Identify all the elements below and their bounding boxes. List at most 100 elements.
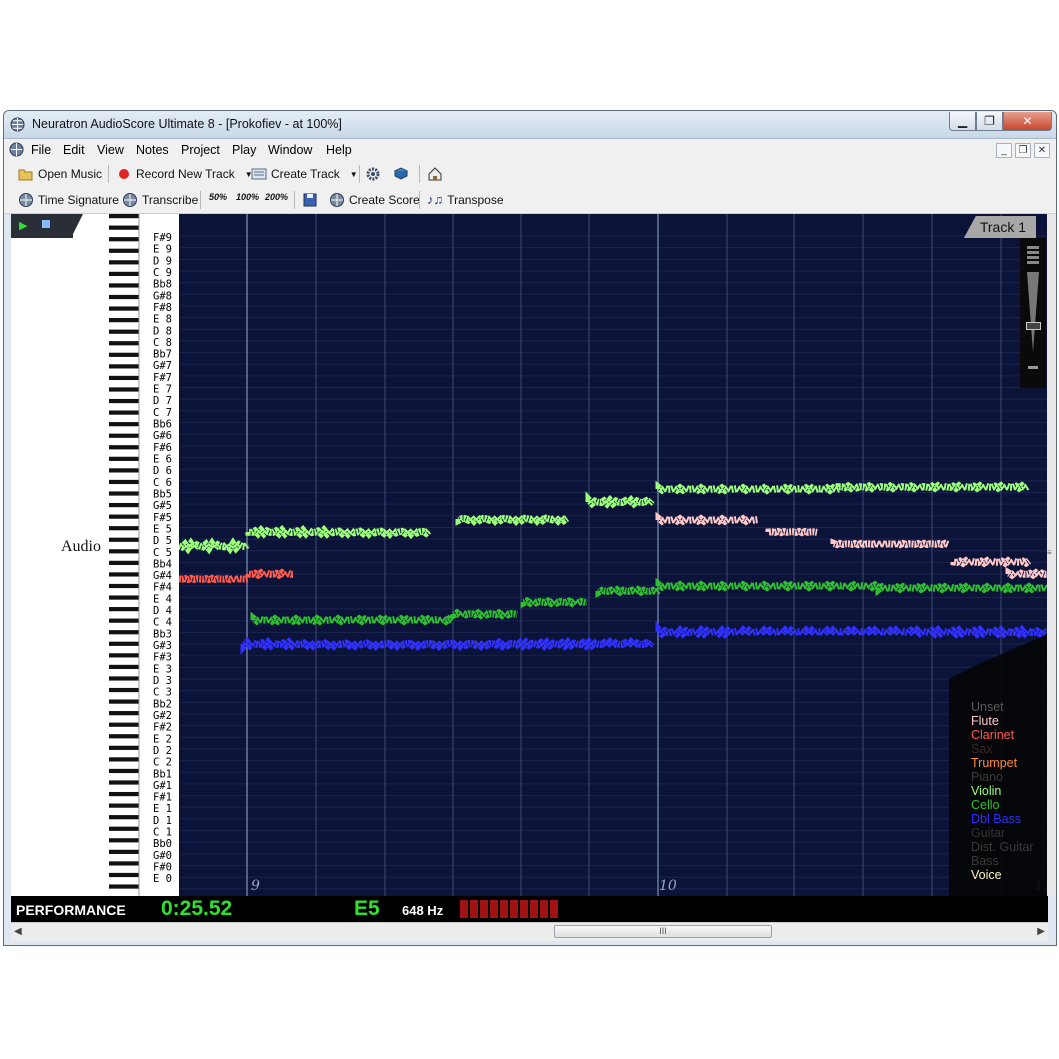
piano-black-key[interactable] — [109, 225, 139, 230]
transcribe-button[interactable]: Transcribe — [122, 192, 198, 208]
piano-black-key[interactable] — [109, 491, 139, 496]
piano-black-key[interactable] — [109, 826, 139, 831]
piano-black-key[interactable] — [109, 468, 139, 473]
piano-black-key[interactable] — [109, 526, 139, 531]
horizontal-scroll-thumb[interactable]: III — [554, 925, 772, 938]
piano-black-key[interactable] — [109, 537, 139, 542]
pitch-trace[interactable] — [450, 608, 518, 622]
mdi-minimize-button[interactable]: _ — [996, 143, 1012, 158]
piano-black-key[interactable] — [109, 676, 139, 681]
transpose-button[interactable]: ♪♫ Transpose — [427, 192, 504, 207]
piano-black-key[interactable] — [109, 583, 139, 589]
pitch-trace[interactable] — [765, 527, 818, 537]
pitch-trace[interactable] — [179, 537, 251, 555]
piano-black-key[interactable] — [109, 664, 139, 670]
piano-black-key[interactable] — [109, 456, 139, 461]
piano-black-key[interactable] — [109, 687, 139, 693]
pitch-trace[interactable] — [520, 596, 588, 609]
piano-black-key[interactable] — [109, 398, 139, 404]
home-icon[interactable] — [427, 166, 443, 182]
piano-black-key[interactable] — [109, 711, 139, 716]
pitch-trace[interactable] — [245, 524, 432, 540]
piano-black-key[interactable] — [109, 641, 139, 646]
menu-edit[interactable]: Edit — [63, 143, 85, 157]
time-signature-button[interactable]: Time Signature — [18, 192, 119, 208]
document-icon[interactable] — [9, 142, 24, 157]
minimize-button[interactable]: ▁ — [949, 112, 976, 131]
record-new-track-button[interactable]: Record New Track ▼ — [116, 166, 253, 182]
piano-black-key[interactable] — [109, 630, 139, 635]
piano-black-key[interactable] — [109, 722, 139, 727]
piano-black-key[interactable] — [109, 514, 139, 519]
stop-button[interactable] — [42, 220, 50, 228]
piano-black-key[interactable] — [109, 757, 139, 762]
piano-black-key[interactable] — [109, 433, 139, 438]
create-score-button[interactable]: Create Score — [329, 192, 420, 208]
piano-black-key[interactable] — [109, 653, 139, 658]
pitch-trace[interactable] — [455, 511, 570, 527]
piano-black-key[interactable] — [109, 607, 139, 612]
scroll-left-arrow-icon[interactable]: ◀ — [14, 926, 22, 937]
piano-black-key[interactable] — [109, 214, 139, 219]
vertical-zoom-slider[interactable] — [1020, 238, 1046, 388]
open-music-button[interactable]: Open Music — [18, 166, 102, 182]
piano-black-key[interactable] — [109, 803, 139, 808]
zoom-slider-thumb[interactable] — [1026, 322, 1041, 330]
piano-black-key[interactable] — [109, 861, 139, 866]
play-button[interactable]: ▶ — [19, 219, 27, 232]
piano-black-key[interactable] — [109, 237, 139, 242]
pitch-trace[interactable] — [835, 481, 1030, 493]
piano-black-key[interactable] — [109, 815, 139, 820]
pitch-trace[interactable] — [179, 574, 249, 584]
pitch-trace[interactable] — [830, 538, 950, 549]
piano-black-key[interactable] — [109, 318, 139, 323]
menu-notes[interactable]: Notes — [136, 143, 169, 157]
piano-black-key[interactable] — [109, 572, 139, 577]
piano-black-key[interactable] — [109, 595, 139, 600]
menu-help[interactable]: Help — [326, 143, 352, 157]
vertical-scrollbar[interactable]: ≡ — [1047, 214, 1056, 896]
piano-black-key[interactable] — [109, 375, 139, 381]
piano-black-key[interactable] — [109, 734, 139, 739]
chevron-down-icon[interactable]: ▼ — [350, 170, 358, 179]
piano-keyboard[interactable]: F#9 E 9D 9C 9 Bb8 G#8 F#8 E 8D 8C 8 Bb7 G#7 F#7 E… — [109, 214, 179, 896]
pitch-trace[interactable] — [595, 585, 662, 598]
piano-black-key[interactable] — [109, 549, 139, 554]
piano-black-key[interactable] — [109, 248, 139, 253]
maximize-button[interactable]: ❐ — [976, 112, 1003, 131]
piano-black-key[interactable] — [109, 872, 139, 878]
piano-black-key[interactable] — [109, 306, 139, 311]
scroll-right-arrow-icon[interactable]: ▶ — [1037, 926, 1045, 937]
pitch-trace[interactable] — [655, 620, 1048, 640]
menu-file[interactable]: File — [31, 143, 51, 157]
track-tab[interactable]: Track 1 — [963, 216, 1036, 238]
piano-black-key[interactable] — [109, 791, 139, 797]
piano-black-key[interactable] — [109, 271, 139, 276]
piano-black-key[interactable] — [109, 884, 139, 889]
zoom-50-button[interactable]: 50% — [209, 192, 227, 202]
piano-black-key[interactable] — [109, 387, 139, 392]
horizontal-scrollbar[interactable]: ◀ III ▶ — [11, 922, 1048, 941]
gear-icon[interactable] — [365, 166, 381, 182]
piano-black-key[interactable] — [109, 422, 139, 427]
piano-black-key[interactable] — [109, 479, 139, 485]
piano-black-key[interactable] — [109, 445, 139, 450]
piano-black-key[interactable] — [109, 341, 139, 346]
menu-view[interactable]: View — [97, 143, 124, 157]
pitch-trace[interactable] — [655, 511, 759, 526]
piano-black-key[interactable] — [109, 618, 139, 623]
piano-black-key[interactable] — [109, 364, 139, 369]
piano-black-key[interactable] — [109, 260, 139, 265]
zoom-200-button[interactable]: 200% — [265, 192, 288, 202]
menu-play[interactable]: Play — [232, 143, 256, 157]
zoom-100-button[interactable]: 100% — [236, 192, 259, 202]
piano-black-key[interactable] — [109, 502, 139, 508]
piano-black-key[interactable] — [109, 780, 139, 785]
piano-black-key[interactable] — [109, 560, 139, 565]
piano-black-key[interactable] — [109, 768, 139, 774]
pitch-trace[interactable] — [585, 491, 655, 509]
mdi-close-button[interactable]: ✕ — [1034, 143, 1050, 158]
mdi-restore-button[interactable]: ❐ — [1015, 143, 1031, 158]
book-icon[interactable] — [393, 166, 409, 182]
piano-black-key[interactable] — [109, 849, 139, 854]
